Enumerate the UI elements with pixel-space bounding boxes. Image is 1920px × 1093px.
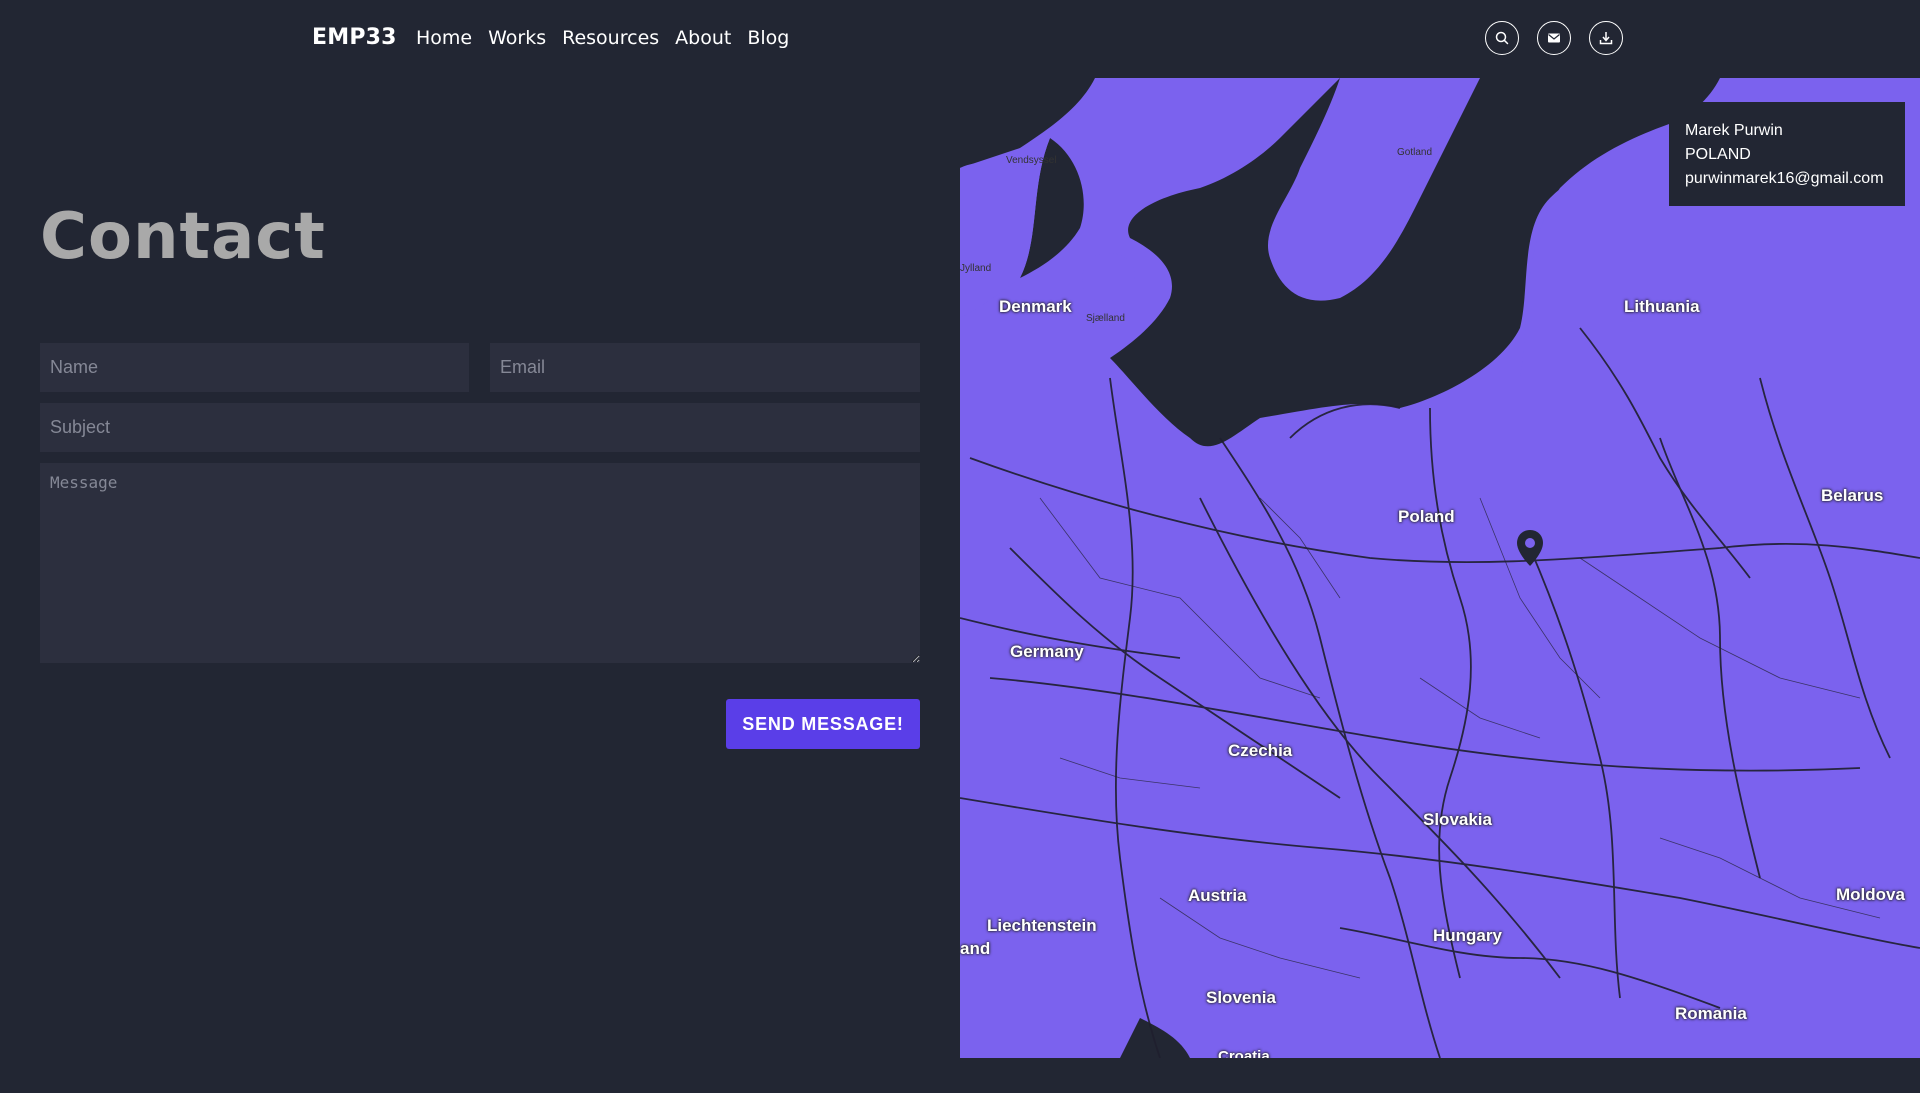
zealand-land xyxy=(1082,253,1135,302)
name-input[interactable] xyxy=(40,343,469,392)
map-label-land: and xyxy=(960,939,991,958)
main-menu: Home Works Resources About Blog xyxy=(416,27,789,49)
subject-input[interactable] xyxy=(40,403,920,452)
map-label-denmark: Denmark xyxy=(999,297,1072,316)
map-label-poland: Poland xyxy=(1398,507,1455,526)
map-label-gotland: Gotland xyxy=(1397,147,1433,158)
mail-icon xyxy=(1548,33,1560,43)
contact-name: Marek Purwin xyxy=(1685,122,1783,139)
nav-home[interactable]: Home xyxy=(416,27,472,49)
map-label-lithuania: Lithuania xyxy=(1624,297,1700,316)
nav-about[interactable]: About xyxy=(675,27,731,49)
map-label-slovakia: Slovakia xyxy=(1423,810,1492,829)
brand-logo[interactable]: EMP33 xyxy=(312,25,397,50)
download-button[interactable] xyxy=(1589,21,1623,55)
nav-blog[interactable]: Blog xyxy=(747,27,789,49)
location-pin-icon[interactable] xyxy=(1515,528,1545,568)
map-label-romania: Romania xyxy=(1675,1004,1747,1023)
contact-email[interactable]: purwinmarek16@gmail.com xyxy=(1685,167,1889,191)
map-label-liechtenstein: Liechtenstein xyxy=(987,916,1097,935)
nav-resources[interactable]: Resources xyxy=(562,27,659,49)
map-label-austria: Austria xyxy=(1188,886,1247,905)
map-label-sjaelland: Sjælland xyxy=(1086,313,1125,324)
map-label-vendsyssel: Vendsyssel xyxy=(1006,155,1057,166)
mail-button[interactable] xyxy=(1537,21,1571,55)
nav-works[interactable]: Works xyxy=(488,27,546,49)
contact-info-card: Marek Purwin POLAND purwinmarek16@gmail.… xyxy=(1669,102,1905,206)
map-label-croatia: Croatia xyxy=(1218,1048,1270,1058)
top-navbar: EMP33 Home Works Resources About Blog xyxy=(0,0,1920,78)
adriatic xyxy=(1120,1018,1190,1058)
send-message-button[interactable]: SEND MESSAGE! xyxy=(726,699,920,749)
email-input[interactable] xyxy=(490,343,920,392)
map-base xyxy=(960,78,1920,1058)
contact-country: POLAND xyxy=(1685,146,1751,163)
map-label-jylland: Jylland xyxy=(960,263,992,274)
map-label-hungary: Hungary xyxy=(1433,926,1502,945)
map-label-germany: Germany xyxy=(1010,642,1084,661)
map-label-moldova: Moldova xyxy=(1836,885,1905,904)
map-label-belarus: Belarus xyxy=(1821,486,1884,505)
location-map[interactable]: Denmark Lithuania Belarus Poland Germany… xyxy=(960,78,1920,1058)
map-label-czechia: Czechia xyxy=(1228,741,1293,760)
map-label-slovenia: Slovenia xyxy=(1206,988,1276,1007)
search-icon xyxy=(1495,31,1509,45)
download-icon xyxy=(1599,32,1613,45)
page-title: Contact xyxy=(40,200,326,274)
search-button[interactable] xyxy=(1485,21,1519,55)
message-textarea[interactable] xyxy=(40,463,920,663)
